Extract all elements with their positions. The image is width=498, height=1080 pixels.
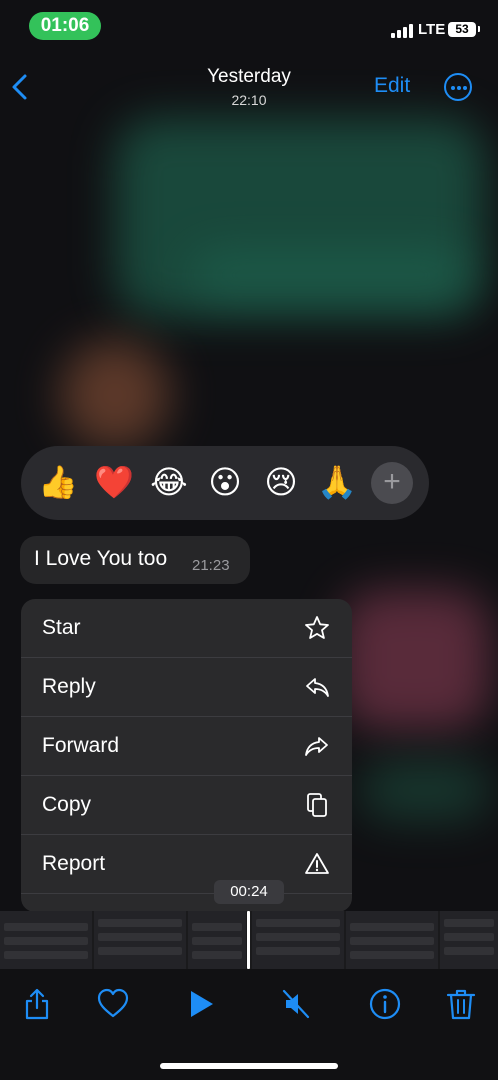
share-icon[interactable] xyxy=(20,987,54,1021)
menu-item-label: Copy xyxy=(42,793,92,816)
menu-item-label: Forward xyxy=(42,734,120,757)
trash-icon[interactable] xyxy=(444,987,478,1021)
menu-item-label: Reply xyxy=(42,675,96,698)
message-time: 21:23 xyxy=(192,557,230,574)
menu-item-copy[interactable]: Copy xyxy=(21,776,352,835)
message-text: I Love You too xyxy=(34,547,168,570)
video-duration: 00:24 xyxy=(214,880,284,904)
signal-icon xyxy=(391,24,413,38)
reaction-thumbs-up[interactable]: 👍 xyxy=(38,462,78,502)
forward-icon xyxy=(305,737,328,756)
network-type: LTE xyxy=(418,21,446,38)
edit-button[interactable]: Edit xyxy=(374,74,410,98)
more-options-icon[interactable] xyxy=(444,73,472,101)
filmstrip-frame xyxy=(346,911,438,969)
page-subtitle: 22:10 xyxy=(231,92,267,108)
copy-icon xyxy=(307,793,327,817)
reaction-pray[interactable]: 🙏 xyxy=(317,462,357,502)
menu-item-forward[interactable]: Forward xyxy=(21,717,352,776)
info-icon[interactable] xyxy=(368,987,402,1021)
filmstrip-frame xyxy=(188,911,246,969)
reaction-laugh[interactable]: 😂 xyxy=(149,462,189,502)
filmstrip-frame xyxy=(94,911,186,969)
add-reaction-icon[interactable]: + xyxy=(371,462,413,504)
home-indicator[interactable] xyxy=(160,1063,338,1069)
menu-item-reply[interactable]: Reply xyxy=(21,658,352,717)
heart-icon[interactable] xyxy=(96,987,130,1021)
play-icon[interactable] xyxy=(184,987,218,1021)
star-icon xyxy=(305,616,329,639)
menu-item-label: Report xyxy=(42,852,106,875)
message-bubble[interactable]: I Love You too 21:23 xyxy=(20,536,250,584)
filmstrip-frame xyxy=(252,911,344,969)
battery-icon: 53 xyxy=(448,22,476,37)
reaction-surprised[interactable]: 😮 xyxy=(205,462,245,502)
filmstrip-frame xyxy=(440,911,498,969)
menu-item-label: Star xyxy=(42,616,81,639)
filmstrip-playhead[interactable] xyxy=(247,911,250,969)
warning-icon xyxy=(305,853,329,874)
reaction-sad[interactable]: 😢 xyxy=(261,462,301,502)
reaction-heart[interactable]: ❤️ xyxy=(94,462,134,502)
navigation-bar: Yesterday 22:10 Edit xyxy=(0,52,498,118)
context-menu: Star Reply Forward Copy Report xyxy=(21,599,352,912)
battery-tip xyxy=(478,26,480,32)
mute-icon[interactable] xyxy=(280,987,314,1021)
filmstrip-frame xyxy=(0,911,92,969)
menu-item-star[interactable]: Star xyxy=(21,599,352,658)
reaction-bar: 👍 ❤️ 😂 😮 😢 🙏 + xyxy=(21,446,429,520)
page-title: Yesterday xyxy=(207,66,291,87)
menu-item-report[interactable]: Report xyxy=(21,835,352,894)
status-bar: 01:06 LTE 53 xyxy=(0,0,498,52)
status-time: 01:06 xyxy=(29,12,101,40)
reply-icon xyxy=(306,678,329,697)
